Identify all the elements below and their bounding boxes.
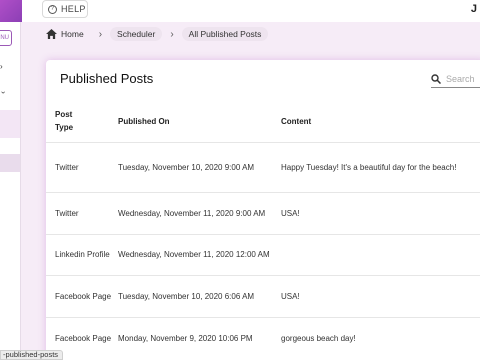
- app-accent-block: [0, 0, 22, 22]
- cell-content: USA!: [281, 274, 480, 317]
- breadcrumb-home[interactable]: Home: [40, 27, 91, 41]
- breadcrumb-current-label: All Published Posts: [188, 29, 262, 39]
- sidebar-item[interactable]: [0, 110, 20, 138]
- search-field[interactable]: [431, 70, 480, 88]
- menu-label: NU: [0, 35, 9, 41]
- published-posts-card: Published Posts Post Type Published On C…: [46, 60, 480, 360]
- cell-post-type: Linkedin Profile: [46, 233, 118, 275]
- breadcrumb-scheduler[interactable]: Scheduler: [110, 27, 163, 41]
- sidebar: NU › ›: [0, 22, 21, 360]
- help-icon: ?: [48, 4, 57, 14]
- menu-button[interactable]: NU: [0, 30, 12, 46]
- table-row[interactable]: Facebook Page Monday, November 9, 2020 1…: [46, 316, 480, 359]
- search-icon: [431, 73, 441, 84]
- status-bar-url: -published-posts: [0, 350, 64, 360]
- chevron-right-icon[interactable]: ›: [0, 62, 3, 71]
- top-right-glyph: J: [470, 3, 477, 15]
- help-button[interactable]: ? HELP: [42, 0, 88, 18]
- cell-published-on: Tuesday, November 10, 2020 9:00 AM: [118, 141, 281, 192]
- cell-post-type: Facebook Page: [46, 274, 118, 317]
- cell-published-on: Wednesday, November 11, 2020 12:00 AM: [118, 233, 281, 275]
- column-header-content[interactable]: Content: [281, 101, 480, 142]
- chevron-right-icon: ›: [170, 28, 174, 40]
- table-row[interactable]: Twitter Tuesday, November 10, 2020 9:00 …: [46, 141, 480, 192]
- breadcrumb: Home › Scheduler › All Published Posts: [40, 25, 269, 43]
- column-header-post-type-line2: Type: [55, 123, 74, 133]
- published-posts-table: Post Type Published On Content Twitter T…: [46, 101, 480, 359]
- cell-content: [281, 233, 480, 275]
- page-title: Published Posts: [60, 71, 154, 86]
- column-header-post-type[interactable]: Post Type: [46, 101, 118, 142]
- cell-published-on: Wednesday, November 11, 2020 9:00 AM: [118, 191, 281, 234]
- table-row[interactable]: Twitter Wednesday, November 11, 2020 9:0…: [46, 191, 480, 234]
- cell-content: USA!: [281, 191, 480, 234]
- cell-content: gorgeous beach day!: [281, 316, 480, 359]
- breadcrumb-home-label: Home: [61, 29, 84, 39]
- cell-post-type: Twitter: [46, 141, 118, 192]
- sidebar-item-active[interactable]: [0, 154, 20, 172]
- column-header-post-type-line1: Post: [55, 110, 73, 120]
- column-header-published-on[interactable]: Published On: [118, 101, 281, 142]
- chevron-right-icon: ›: [98, 28, 103, 40]
- cell-content: Happy Tuesday! It's a beautiful day for …: [281, 141, 480, 192]
- app-top-bar: ? HELP J: [0, 0, 480, 22]
- cell-post-type: Twitter: [46, 191, 118, 234]
- cell-published-on: Tuesday, November 10, 2020 6:06 AM: [118, 274, 281, 317]
- breadcrumb-current[interactable]: All Published Posts: [181, 27, 269, 41]
- help-label: HELP: [61, 4, 86, 14]
- cell-published-on: Monday, November 9, 2020 10:06 PM: [118, 316, 281, 359]
- chevron-down-icon[interactable]: ›: [0, 91, 8, 94]
- breadcrumb-scheduler-label: Scheduler: [117, 29, 156, 39]
- search-input[interactable]: [446, 73, 480, 84]
- table-row[interactable]: Facebook Page Tuesday, November 10, 2020…: [46, 274, 480, 317]
- home-icon: [46, 29, 57, 39]
- table-row[interactable]: Linkedin Profile Wednesday, November 11,…: [46, 233, 480, 275]
